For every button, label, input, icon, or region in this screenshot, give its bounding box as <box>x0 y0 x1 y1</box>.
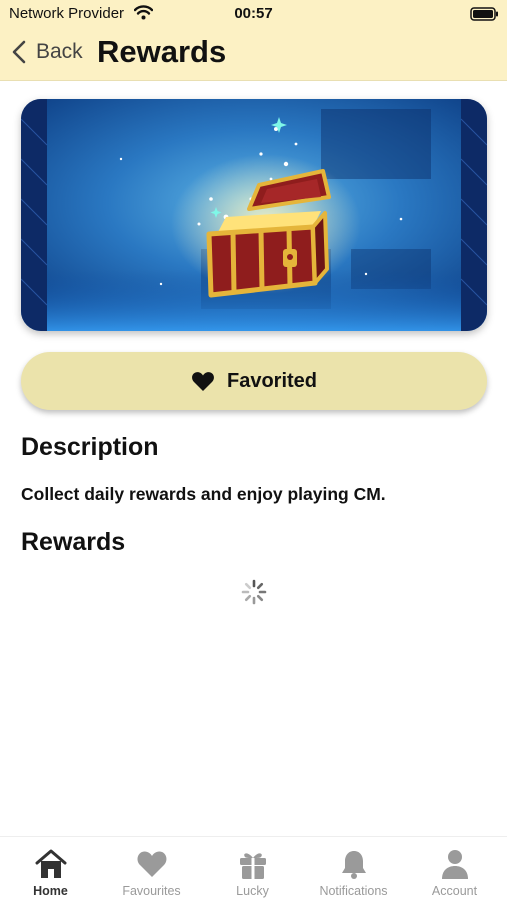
header: Network Provider 00:57 Back Rewards <box>0 0 507 81</box>
tab-label-notifications: Notifications <box>319 884 388 898</box>
tab-account[interactable]: Account <box>404 837 505 901</box>
battery-icon <box>470 7 498 21</box>
tab-label-account: Account <box>431 884 478 898</box>
tab-home[interactable]: Home <box>0 837 101 901</box>
heart-icon <box>192 372 214 391</box>
description-heading: Description <box>21 433 159 461</box>
status-time: 00:57 <box>234 5 273 22</box>
treasure-chest-illustration <box>21 99 487 331</box>
chevron-left-icon <box>12 40 26 64</box>
tab-label-favourites: Favourites <box>122 884 181 898</box>
tab-label-lucky: Lucky <box>236 884 269 898</box>
gift-icon <box>239 853 266 879</box>
hero-image <box>21 99 487 331</box>
home-icon <box>35 849 66 878</box>
tab-label-home: Home <box>33 884 68 898</box>
bell-icon <box>341 851 366 879</box>
description-text: Collect daily rewards and enjoy playing … <box>21 484 386 504</box>
favorite-label: Favorited <box>226 369 318 392</box>
rewards-heading: Rewards <box>21 528 126 556</box>
page-title: Rewards <box>97 34 227 69</box>
tab-favourites[interactable]: Favourites <box>101 837 202 901</box>
heart-icon <box>137 851 166 877</box>
back-label: Back <box>36 40 83 63</box>
status-bar: Network Provider 00:57 <box>0 0 507 28</box>
back-button[interactable]: Back <box>12 36 83 68</box>
tab-notifications[interactable]: Notifications <box>303 837 404 901</box>
tab-bar: Home Favourites Lucky Notifications Acco… <box>0 836 507 901</box>
tab-lucky[interactable]: Lucky <box>202 837 303 901</box>
loading-spinner-icon <box>241 579 267 605</box>
person-icon <box>441 850 468 879</box>
navigation-bar: Back Rewards <box>0 28 507 80</box>
favorite-button[interactable]: Favorited <box>21 352 487 410</box>
